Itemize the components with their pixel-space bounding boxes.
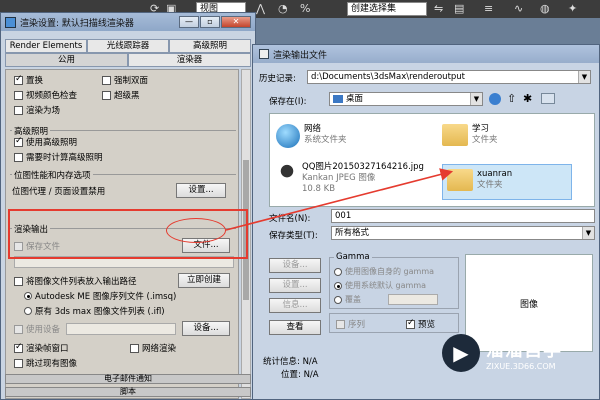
watermark-logo-icon: ▶ (442, 334, 480, 372)
arrow-line (225, 168, 454, 231)
watermark-text: 溜溜自学 (486, 339, 562, 361)
watermark-url: ZIXUE.3D66.COM (486, 361, 556, 371)
watermark: ▶ 溜溜自学 ZIXUE.3D66.COM (442, 334, 562, 372)
